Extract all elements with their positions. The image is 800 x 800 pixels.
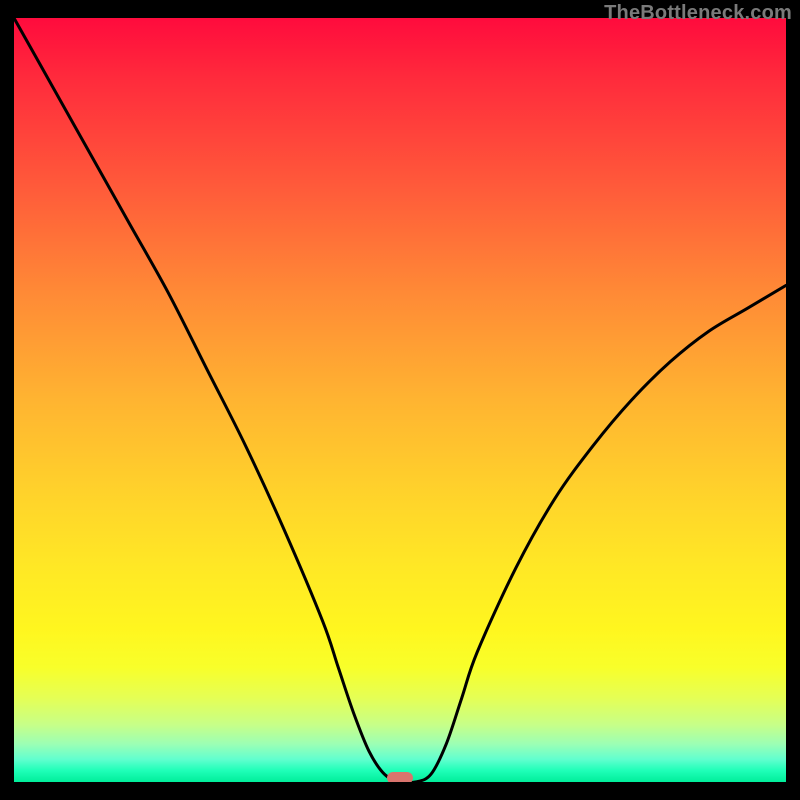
optimal-marker xyxy=(387,772,413,782)
plot-area xyxy=(14,18,786,782)
bottleneck-curve xyxy=(14,18,786,782)
watermark-text: TheBottleneck.com xyxy=(604,2,792,25)
curve-path xyxy=(14,18,786,782)
chart-frame: TheBottleneck.com xyxy=(0,0,800,800)
